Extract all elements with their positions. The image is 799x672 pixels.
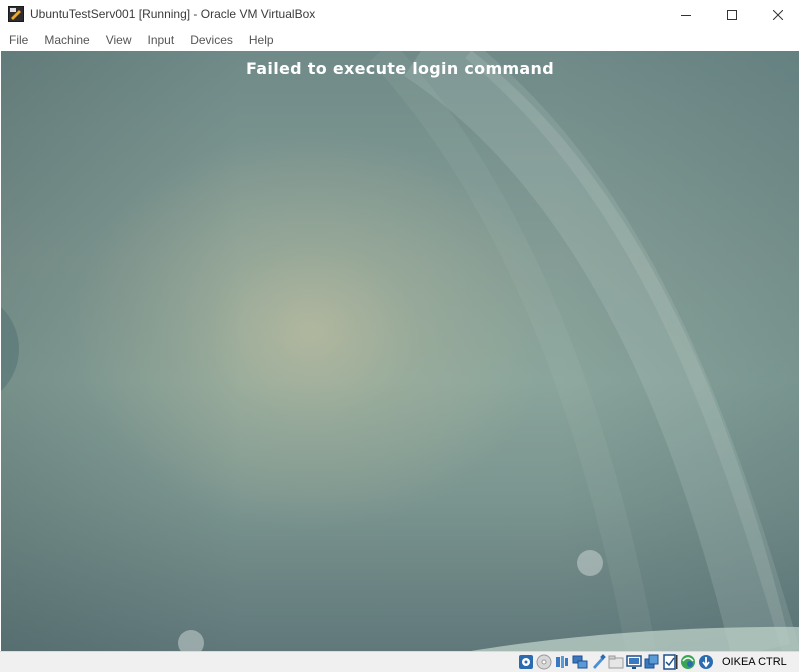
menu-machine[interactable]: Machine bbox=[36, 29, 97, 51]
hard-disk-icon[interactable] bbox=[518, 654, 534, 670]
optical-drive-icon[interactable] bbox=[536, 654, 552, 670]
display-icon[interactable] bbox=[626, 654, 642, 670]
vm-wallpaper bbox=[1, 51, 799, 651]
window-title: UbuntuTestServ001 [Running] - Oracle VM … bbox=[30, 7, 316, 21]
login-error-message: Failed to execute login command bbox=[246, 59, 554, 78]
virtualbox-icon bbox=[8, 6, 24, 22]
close-icon bbox=[773, 9, 783, 20]
close-button[interactable] bbox=[755, 0, 799, 29]
maximize-button[interactable] bbox=[709, 0, 755, 29]
shared-folders-icon[interactable] bbox=[608, 654, 624, 670]
mouse-integration-icon[interactable] bbox=[698, 654, 714, 670]
video-capture-icon[interactable] bbox=[644, 654, 660, 670]
vm-screen[interactable]: Failed to execute login command bbox=[1, 51, 799, 651]
virtualbox-window: UbuntuTestServ001 [Running] - Oracle VM … bbox=[0, 0, 799, 672]
guest-additions-icon[interactable] bbox=[680, 654, 696, 670]
minimize-icon bbox=[681, 10, 691, 20]
maximize-icon bbox=[727, 9, 737, 20]
menu-help[interactable]: Help bbox=[241, 29, 282, 51]
host-key-label: OIKEA CTRL bbox=[722, 656, 787, 668]
menu-input[interactable]: Input bbox=[140, 29, 183, 51]
menu-file[interactable]: File bbox=[0, 29, 36, 51]
title-bar[interactable]: UbuntuTestServ001 [Running] - Oracle VM … bbox=[0, 0, 799, 29]
menu-devices[interactable]: Devices bbox=[182, 29, 241, 51]
menu-bar: File Machine View Input Devices Help bbox=[0, 29, 799, 51]
cpu-icon[interactable] bbox=[662, 654, 678, 670]
menu-view[interactable]: View bbox=[98, 29, 140, 51]
status-bar: OIKEA CTRL bbox=[0, 651, 799, 672]
minimize-button[interactable] bbox=[663, 0, 709, 29]
status-icons bbox=[518, 654, 714, 670]
usb-icon[interactable] bbox=[590, 654, 606, 670]
audio-icon[interactable] bbox=[554, 654, 570, 670]
network-icon[interactable] bbox=[572, 654, 588, 670]
